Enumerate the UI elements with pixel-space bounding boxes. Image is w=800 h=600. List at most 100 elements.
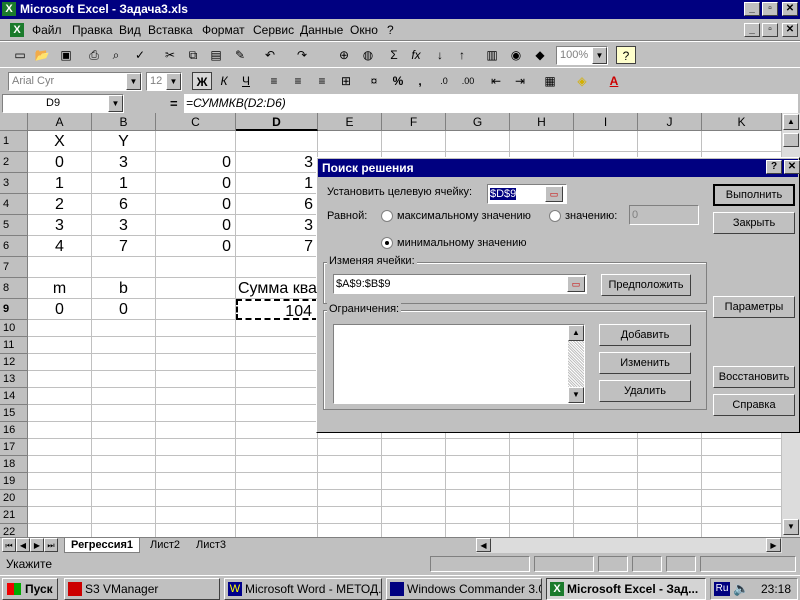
- cell-i20[interactable]: [574, 490, 638, 507]
- column-header-k[interactable]: K: [702, 113, 782, 131]
- cell-b2[interactable]: 3: [92, 152, 156, 173]
- function-icon[interactable]: fx: [406, 46, 426, 64]
- scroll-up-icon[interactable]: ▲: [568, 325, 584, 341]
- select-all-corner[interactable]: [0, 113, 28, 131]
- currency-icon[interactable]: ¤: [364, 72, 384, 90]
- cell-f22[interactable]: [382, 524, 446, 537]
- cell-d20[interactable]: [236, 490, 318, 507]
- chevron-down-icon[interactable]: ▼: [126, 73, 141, 90]
- cell-d12[interactable]: [236, 354, 318, 371]
- row-header-10[interactable]: 10: [0, 320, 28, 337]
- cell-d2[interactable]: 3: [236, 152, 318, 173]
- cell-b7[interactable]: [92, 257, 156, 278]
- cell-b18[interactable]: [92, 456, 156, 473]
- cell-h1[interactable]: [510, 131, 574, 152]
- menu-window[interactable]: Окно: [350, 23, 378, 37]
- underline-button[interactable]: Ч: [236, 72, 256, 90]
- menu-insert[interactable]: Вставка: [148, 23, 193, 37]
- row-header-19[interactable]: 19: [0, 473, 28, 490]
- cell-d18[interactable]: [236, 456, 318, 473]
- percent-button[interactable]: %: [388, 72, 408, 90]
- cell-d14[interactable]: [236, 388, 318, 405]
- zoom-select[interactable]: 100% ▼: [556, 46, 608, 65]
- cell-g19[interactable]: [446, 473, 510, 490]
- row-header-15[interactable]: 15: [0, 405, 28, 422]
- row-header-1[interactable]: 1: [0, 131, 28, 152]
- options-button[interactable]: Параметры: [713, 296, 795, 318]
- cell-a12[interactable]: [28, 354, 92, 371]
- cell-c19[interactable]: [156, 473, 236, 490]
- language-indicator[interactable]: Ru: [714, 582, 730, 596]
- cell-a10[interactable]: [28, 320, 92, 337]
- scroll-down-icon[interactable]: ▼: [783, 519, 799, 535]
- cell-b1[interactable]: Y: [92, 131, 156, 152]
- cell-c15[interactable]: [156, 405, 236, 422]
- cell-a2[interactable]: 0: [28, 152, 92, 173]
- font-name-select[interactable]: Arial Cyr ▼: [8, 72, 142, 91]
- changing-cells-input[interactable]: $A$9:$B$9: [333, 274, 587, 294]
- fill-color-icon[interactable]: ◈: [572, 72, 592, 90]
- cell-c7[interactable]: [156, 257, 236, 278]
- cell-a7[interactable]: [28, 257, 92, 278]
- cell-b6[interactable]: 7: [92, 236, 156, 257]
- align-left-icon[interactable]: ≡: [264, 72, 284, 90]
- constraints-list[interactable]: ▲ ▼: [333, 324, 585, 404]
- cell-d5[interactable]: 3: [236, 215, 318, 236]
- sheet-tab-list2[interactable]: Лист2: [146, 538, 184, 553]
- cell-h17[interactable]: [510, 439, 574, 456]
- cell-g1[interactable]: [446, 131, 510, 152]
- cell-d4[interactable]: 6: [236, 194, 318, 215]
- cell-d22[interactable]: [236, 524, 318, 537]
- borders-icon[interactable]: ▦: [540, 72, 560, 90]
- office-assistant-icon[interactable]: ?: [616, 46, 636, 64]
- cell-c21[interactable]: [156, 507, 236, 524]
- sort-ascending-icon[interactable]: ↓: [430, 46, 450, 64]
- font-size-select[interactable]: 12 ▼: [146, 72, 182, 91]
- paste-icon[interactable]: ▤: [206, 46, 226, 64]
- cell-g22[interactable]: [446, 524, 510, 537]
- cell-a18[interactable]: [28, 456, 92, 473]
- cell-c8[interactable]: [156, 278, 236, 299]
- cell-b11[interactable]: [92, 337, 156, 354]
- sheet-tab-regression1[interactable]: Регрессия1: [64, 538, 140, 553]
- cell-c22[interactable]: [156, 524, 236, 537]
- row-header-20[interactable]: 20: [0, 490, 28, 507]
- cell-b5[interactable]: 3: [92, 215, 156, 236]
- cell-h20[interactable]: [510, 490, 574, 507]
- autosum-icon[interactable]: Σ: [384, 46, 404, 64]
- column-header-b[interactable]: B: [92, 113, 156, 131]
- column-header-c[interactable]: C: [156, 113, 236, 131]
- cell-d21[interactable]: [236, 507, 318, 524]
- cell-b4[interactable]: 6: [92, 194, 156, 215]
- scroll-thumb[interactable]: [783, 133, 799, 147]
- cell-j17[interactable]: [638, 439, 702, 456]
- close-icon[interactable]: ✕: [784, 160, 800, 174]
- column-header-e[interactable]: E: [318, 113, 382, 131]
- excel-app-icon[interactable]: X: [2, 2, 16, 16]
- menu-format[interactable]: Формат: [202, 23, 245, 37]
- cell-f20[interactable]: [382, 490, 446, 507]
- cell-e21[interactable]: [318, 507, 382, 524]
- cell-b20[interactable]: [92, 490, 156, 507]
- name-box[interactable]: D9 ▼: [2, 94, 124, 113]
- cell-g18[interactable]: [446, 456, 510, 473]
- cell-b14[interactable]: [92, 388, 156, 405]
- bold-button[interactable]: Ж: [192, 72, 212, 90]
- cell-c4[interactable]: 0: [156, 194, 236, 215]
- cell-c2[interactable]: 0: [156, 152, 236, 173]
- cell-k1[interactable]: [702, 131, 782, 152]
- sort-descending-icon[interactable]: ↑: [452, 46, 472, 64]
- cut-icon[interactable]: ✂: [160, 46, 180, 64]
- horizontal-scrollbar[interactable]: ◀ ▶: [476, 538, 782, 553]
- menu-file[interactable]: Файл: [32, 23, 62, 37]
- constraints-scroll-track[interactable]: [568, 341, 584, 387]
- reset-button[interactable]: Восстановить: [713, 366, 795, 388]
- save-icon[interactable]: ▣: [56, 46, 76, 64]
- cell-a3[interactable]: 1: [28, 173, 92, 194]
- drawing-icon[interactable]: ◆: [530, 46, 550, 64]
- chevron-down-icon[interactable]: ▼: [108, 95, 123, 112]
- doc-close-button[interactable]: ✕: [782, 23, 798, 37]
- cell-b12[interactable]: [92, 354, 156, 371]
- first-sheet-icon[interactable]: ⏮: [2, 538, 16, 552]
- doc-minimize-button[interactable]: _: [744, 23, 760, 37]
